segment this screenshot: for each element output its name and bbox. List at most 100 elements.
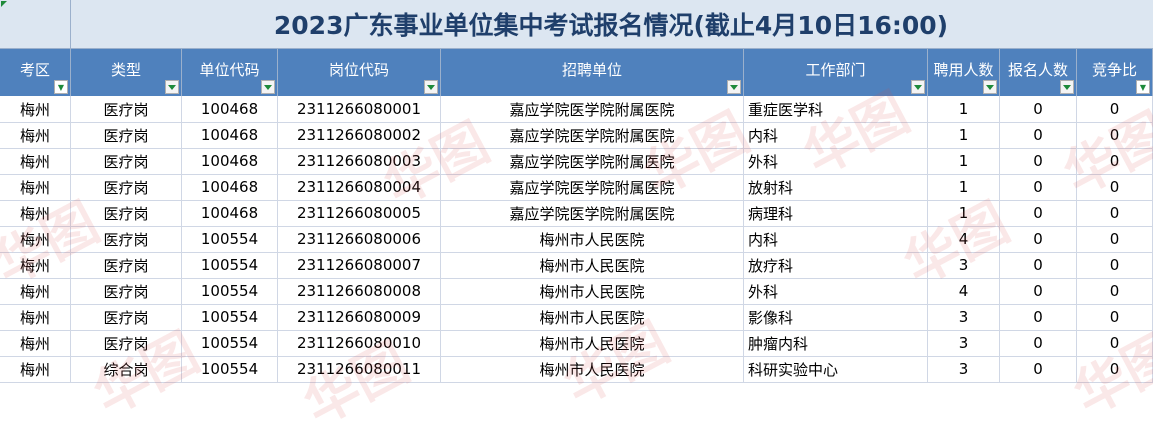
table-cell[interactable]: 100468 bbox=[182, 148, 278, 174]
table-cell[interactable]: 医疗岗 bbox=[71, 278, 182, 304]
table-cell[interactable]: 0 bbox=[1000, 200, 1077, 226]
filter-dropdown-icon[interactable] bbox=[424, 80, 438, 94]
table-cell[interactable]: 0 bbox=[1077, 96, 1153, 122]
table-cell[interactable]: 内科 bbox=[744, 122, 928, 148]
table-cell[interactable]: 0 bbox=[1000, 304, 1077, 330]
table-cell[interactable]: 100468 bbox=[182, 200, 278, 226]
table-cell[interactable]: 2311266080007 bbox=[278, 252, 441, 278]
table-cell[interactable]: 100554 bbox=[182, 330, 278, 356]
table-cell[interactable]: 医疗岗 bbox=[71, 330, 182, 356]
table-cell[interactable]: 0 bbox=[1077, 304, 1153, 330]
filter-dropdown-icon[interactable] bbox=[1060, 80, 1074, 94]
table-cell[interactable]: 放疗科 bbox=[744, 252, 928, 278]
table-cell[interactable]: 1 bbox=[928, 122, 1000, 148]
table-cell[interactable]: 100554 bbox=[182, 304, 278, 330]
table-cell[interactable]: 放射科 bbox=[744, 174, 928, 200]
table-cell[interactable]: 梅州市人民医院 bbox=[441, 226, 744, 252]
table-cell[interactable]: 梅州 bbox=[0, 330, 71, 356]
table-cell[interactable]: 外科 bbox=[744, 148, 928, 174]
table-cell[interactable]: 梅州 bbox=[0, 304, 71, 330]
table-cell[interactable]: 2311266080005 bbox=[278, 200, 441, 226]
column-header[interactable]: 招聘单位 bbox=[441, 49, 744, 96]
table-cell[interactable]: 梅州 bbox=[0, 148, 71, 174]
column-header[interactable]: 考区 ▼ bbox=[0, 49, 71, 96]
table-cell[interactable]: 0 bbox=[1077, 200, 1153, 226]
table-cell[interactable]: 梅州 bbox=[0, 226, 71, 252]
table-cell[interactable]: 0 bbox=[1077, 278, 1153, 304]
table-cell[interactable]: 嘉应学院医学院附属医院 bbox=[441, 122, 744, 148]
column-header[interactable]: 报名人数 bbox=[1000, 49, 1077, 96]
table-cell[interactable]: 科研实验中心 bbox=[744, 356, 928, 382]
filter-active-icon[interactable]: ▼ bbox=[54, 80, 68, 94]
filter-dropdown-icon[interactable] bbox=[983, 80, 997, 94]
table-cell[interactable]: 梅州 bbox=[0, 356, 71, 382]
table-cell[interactable]: 综合岗 bbox=[71, 356, 182, 382]
table-cell[interactable]: 医疗岗 bbox=[71, 252, 182, 278]
table-cell[interactable]: 医疗岗 bbox=[71, 174, 182, 200]
table-cell[interactable]: 3 bbox=[928, 304, 1000, 330]
table-cell[interactable]: 医疗岗 bbox=[71, 96, 182, 122]
table-cell[interactable]: 0 bbox=[1000, 174, 1077, 200]
table-cell[interactable]: 1 bbox=[928, 174, 1000, 200]
table-cell[interactable]: 梅州市人民医院 bbox=[441, 252, 744, 278]
table-cell[interactable]: 2311266080003 bbox=[278, 148, 441, 174]
table-cell[interactable]: 3 bbox=[928, 330, 1000, 356]
table-cell[interactable]: 100468 bbox=[182, 96, 278, 122]
table-cell[interactable]: 100468 bbox=[182, 122, 278, 148]
table-cell[interactable]: 4 bbox=[928, 226, 1000, 252]
table-cell[interactable]: 2311266080006 bbox=[278, 226, 441, 252]
table-cell[interactable]: 梅州 bbox=[0, 200, 71, 226]
table-cell[interactable]: 0 bbox=[1077, 356, 1153, 382]
table-cell[interactable]: 0 bbox=[1077, 226, 1153, 252]
table-cell[interactable]: 医疗岗 bbox=[71, 226, 182, 252]
table-cell[interactable]: 医疗岗 bbox=[71, 200, 182, 226]
table-cell[interactable]: 0 bbox=[1000, 252, 1077, 278]
table-cell[interactable]: 0 bbox=[1077, 122, 1153, 148]
table-cell[interactable]: 梅州 bbox=[0, 96, 71, 122]
table-cell[interactable]: 100554 bbox=[182, 226, 278, 252]
table-cell[interactable]: 0 bbox=[1077, 148, 1153, 174]
table-cell[interactable]: 梅州 bbox=[0, 252, 71, 278]
table-cell[interactable]: 2311266080009 bbox=[278, 304, 441, 330]
table-cell[interactable]: 梅州 bbox=[0, 278, 71, 304]
table-cell[interactable]: 1 bbox=[928, 148, 1000, 174]
table-cell[interactable]: 嘉应学院医学院附属医院 bbox=[441, 200, 744, 226]
filter-dropdown-icon[interactable] bbox=[727, 80, 741, 94]
filter-active-icon[interactable]: ▼ bbox=[1136, 80, 1150, 94]
table-cell[interactable]: 医疗岗 bbox=[71, 122, 182, 148]
table-cell[interactable]: 梅州 bbox=[0, 174, 71, 200]
table-cell[interactable]: 0 bbox=[1000, 356, 1077, 382]
table-cell[interactable]: 病理科 bbox=[744, 200, 928, 226]
table-cell[interactable]: 100554 bbox=[182, 278, 278, 304]
filter-dropdown-icon[interactable] bbox=[911, 80, 925, 94]
corner-cell[interactable] bbox=[0, 0, 71, 48]
table-cell[interactable]: 1 bbox=[928, 96, 1000, 122]
column-header[interactable]: 岗位代码 bbox=[278, 49, 441, 96]
table-cell[interactable]: 医疗岗 bbox=[71, 148, 182, 174]
table-cell[interactable]: 肿瘤内科 bbox=[744, 330, 928, 356]
table-cell[interactable]: 2311266080001 bbox=[278, 96, 441, 122]
table-cell[interactable]: 梅州 bbox=[0, 122, 71, 148]
table-cell[interactable]: 0 bbox=[1000, 122, 1077, 148]
table-cell[interactable]: 0 bbox=[1000, 330, 1077, 356]
table-cell[interactable]: 内科 bbox=[744, 226, 928, 252]
table-cell[interactable]: 重症医学科 bbox=[744, 96, 928, 122]
table-cell[interactable]: 梅州市人民医院 bbox=[441, 356, 744, 382]
filter-dropdown-icon[interactable] bbox=[261, 80, 275, 94]
table-cell[interactable]: 嘉应学院医学院附属医院 bbox=[441, 174, 744, 200]
table-cell[interactable]: 2311266080011 bbox=[278, 356, 441, 382]
table-cell[interactable]: 3 bbox=[928, 356, 1000, 382]
table-cell[interactable]: 2311266080004 bbox=[278, 174, 441, 200]
column-header[interactable]: 单位代码 bbox=[182, 49, 278, 96]
table-cell[interactable]: 0 bbox=[1000, 96, 1077, 122]
table-cell[interactable]: 梅州市人民医院 bbox=[441, 330, 744, 356]
table-cell[interactable]: 0 bbox=[1077, 330, 1153, 356]
table-cell[interactable]: 0 bbox=[1000, 278, 1077, 304]
column-header[interactable]: 类型 bbox=[71, 49, 182, 96]
table-cell[interactable]: 嘉应学院医学院附属医院 bbox=[441, 148, 744, 174]
table-cell[interactable]: 4 bbox=[928, 278, 1000, 304]
table-cell[interactable]: 100554 bbox=[182, 356, 278, 382]
table-cell[interactable]: 0 bbox=[1077, 252, 1153, 278]
filter-dropdown-icon[interactable] bbox=[165, 80, 179, 94]
table-cell[interactable]: 医疗岗 bbox=[71, 304, 182, 330]
